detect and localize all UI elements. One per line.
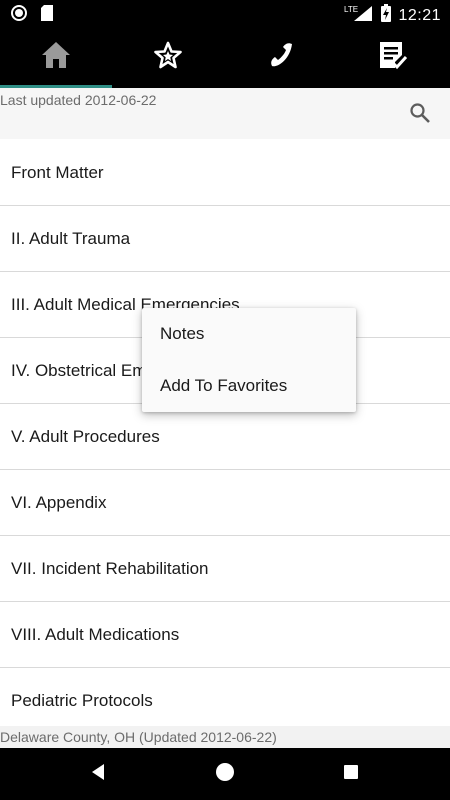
status-bar: LTE 12:21	[0, 0, 450, 27]
search-icon	[409, 102, 431, 129]
back-button[interactable]	[81, 758, 115, 790]
svg-text:LTE: LTE	[344, 5, 358, 14]
lte-signal-icon: LTE	[344, 4, 374, 27]
back-icon	[89, 763, 107, 786]
list-item-incident-rehabilitation[interactable]: VII. Incident Rehabilitation	[0, 536, 450, 602]
battery-charging-icon	[380, 4, 392, 27]
recents-icon	[342, 763, 360, 786]
tab-checklist[interactable]	[336, 27, 448, 88]
footer-text: Delaware County, OH (Updated 2012-06-22)	[0, 729, 277, 745]
list-item-adult-procedures[interactable]: V. Adult Procedures	[0, 404, 450, 470]
home-circle-icon	[215, 762, 235, 787]
list-item-front-matter[interactable]: Front Matter	[0, 140, 450, 206]
sync-status-icon	[10, 4, 28, 27]
home-button[interactable]	[208, 758, 242, 790]
tab-favorites[interactable]	[112, 27, 224, 88]
list-item-pediatric-protocols[interactable]: Pediatric Protocols	[0, 668, 450, 733]
recents-button[interactable]	[334, 758, 368, 790]
list-item-adult-trauma[interactable]: II. Adult Trauma	[0, 206, 450, 272]
protocol-list: Front Matter II. Adult Trauma III. Adult…	[0, 140, 450, 733]
checklist-icon	[376, 39, 408, 76]
list-item-appendix[interactable]: VI. Appendix	[0, 470, 450, 536]
star-icon	[152, 40, 184, 75]
last-updated-label: Last updated 2012-06-22	[0, 92, 157, 108]
menu-item-add-to-favorites[interactable]: Add To Favorites	[142, 360, 356, 412]
context-menu: Notes Add To Favorites	[142, 308, 356, 412]
menu-item-notes[interactable]: Notes	[142, 308, 356, 360]
phone-icon	[264, 40, 296, 75]
search-button[interactable]	[403, 100, 437, 130]
sd-card-icon	[40, 4, 54, 27]
top-tab-bar	[0, 27, 450, 88]
list-item-adult-medications[interactable]: VIII. Adult Medications	[0, 602, 450, 668]
status-clock: 12:21	[398, 6, 441, 24]
home-icon	[40, 40, 72, 75]
tab-phone[interactable]	[224, 27, 336, 88]
tab-home[interactable]	[0, 27, 112, 88]
system-nav-bar	[0, 748, 450, 800]
